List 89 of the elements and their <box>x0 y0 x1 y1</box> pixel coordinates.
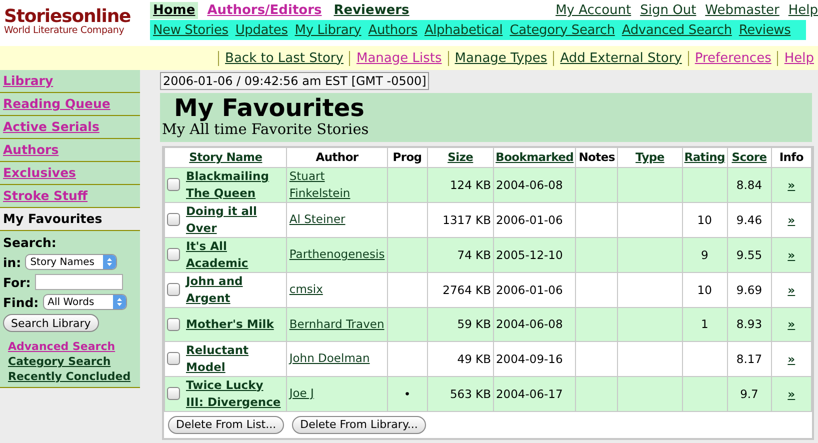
page-title: My Favourites <box>174 94 364 122</box>
table-cell: 49 KB <box>457 352 491 366</box>
table-cell: 9.46 <box>736 212 762 226</box>
timestamp: 2006-01-06 / 09:42:56 am EST [GMT -0500] <box>160 72 430 90</box>
toolbar-link[interactable]: Preferences <box>694 50 772 66</box>
row-checkbox[interactable] <box>167 387 180 400</box>
info-link[interactable]: » <box>788 282 796 296</box>
column-header: Prog <box>392 150 422 164</box>
sidebar-item[interactable]: Active Serials <box>0 116 140 139</box>
account-link[interactable]: Webmaster <box>705 3 780 18</box>
sub-nav-link[interactable]: Category Search <box>510 22 615 38</box>
delete-button[interactable]: Delete From List... <box>168 416 284 434</box>
account-link[interactable]: Help <box>788 3 818 18</box>
column-header: Info <box>779 150 804 164</box>
sub-nav-link[interactable]: Alphabetical <box>424 22 503 38</box>
column-header: Notes <box>578 150 615 164</box>
row-checkbox[interactable] <box>167 318 180 330</box>
logo-name[interactable]: Storiesonline <box>4 8 131 25</box>
info-link[interactable]: » <box>788 178 796 192</box>
row-checkbox[interactable] <box>167 248 180 261</box>
account-link[interactable]: Sign Out <box>640 3 696 18</box>
info-link[interactable]: » <box>788 248 796 262</box>
table-cell: 124 KB <box>450 178 491 192</box>
column-header: Author <box>316 150 358 164</box>
table-cell: 563 KB <box>450 386 491 400</box>
sidebar-item[interactable]: Exclusives <box>0 162 140 185</box>
table-cell: 10 <box>697 212 712 226</box>
table-cell: 2004-09-16 <box>496 352 563 366</box>
table-cell: 2006-01-06 <box>496 282 563 296</box>
sidebar-link[interactable]: Category Search <box>8 355 137 368</box>
table-cell: 59 KB <box>457 317 491 331</box>
progress-dot: • <box>404 386 411 400</box>
field-label: in: <box>3 254 22 270</box>
table-cell: 74 KB <box>457 248 491 262</box>
find-select[interactable]: All Words <box>42 294 127 310</box>
table-cell: 2764 KB <box>442 282 491 296</box>
toolbar-link[interactable]: Back to Last Story <box>225 50 344 66</box>
table-cell: 9.55 <box>736 248 762 262</box>
row-checkbox[interactable] <box>167 213 180 226</box>
table-cell: 9 <box>700 248 708 262</box>
nav-tab[interactable]: Reviewers <box>330 2 412 19</box>
sidebar-link[interactable]: Advanced Search <box>8 340 137 353</box>
table-cell: 2005-12-10 <box>496 248 563 262</box>
table-cell: 1317 KB <box>442 212 491 226</box>
delete-button[interactable]: Delete From Library... <box>292 416 426 434</box>
info-link[interactable]: » <box>788 352 796 366</box>
toolbar-link[interactable]: Manage Lists <box>356 50 442 66</box>
toolbar-link[interactable]: Manage Types <box>454 50 548 66</box>
sidebar-item[interactable]: Authors <box>0 139 140 162</box>
row-checkbox[interactable] <box>167 352 180 365</box>
table-cell: 1 <box>700 317 708 331</box>
table-cell: 8.93 <box>736 317 762 331</box>
row-checkbox[interactable] <box>167 178 180 191</box>
search-title: Search: <box>3 235 58 250</box>
sidebar-item[interactable]: Library <box>0 70 140 93</box>
sidebar-link[interactable]: Recently Concluded <box>8 370 137 383</box>
info-link[interactable]: » <box>788 317 796 331</box>
search-button[interactable]: Search Library <box>3 314 99 332</box>
table-cell: 2004-06-17 <box>496 386 563 400</box>
table-cell: 10 <box>697 282 712 296</box>
sub-nav-link[interactable]: Reviews <box>738 22 791 38</box>
sidebar-item[interactable]: Reading Queue <box>0 93 140 116</box>
toolbar-link[interactable]: Help <box>784 50 814 66</box>
nav-tab[interactable]: Home <box>150 2 198 19</box>
search-in-select[interactable]: Story Names <box>25 254 118 270</box>
account-link[interactable]: My Account <box>556 3 632 18</box>
info-link[interactable]: » <box>788 386 796 400</box>
search-field[interactable] <box>34 274 123 290</box>
field-label: Find: <box>3 294 39 310</box>
toolbar-link[interactable]: Add External Story <box>560 50 682 66</box>
logo-tagline: World Literature Company <box>4 25 124 36</box>
table-cell: 2006-01-06 <box>496 212 563 226</box>
table-cell: 9.69 <box>736 282 762 296</box>
sub-nav-link[interactable]: Advanced Search <box>622 22 732 38</box>
info-link[interactable]: » <box>788 212 796 226</box>
table-cell: 2004-06-08 <box>496 178 563 192</box>
table-cell: 2004-06-08 <box>496 317 563 331</box>
nav-tab[interactable]: Authors/Editors <box>204 2 325 19</box>
sub-nav-link[interactable]: Authors <box>368 22 418 38</box>
row-checkbox[interactable] <box>167 283 180 296</box>
table-cell: 8.17 <box>736 352 762 366</box>
sub-nav-link[interactable]: Updates <box>235 22 288 38</box>
sidebar-item[interactable]: Stroke Stuff <box>0 185 140 208</box>
table-cell: 8.84 <box>736 178 762 192</box>
sub-nav-link[interactable]: New Stories <box>153 22 228 38</box>
table-cell: 9.7 <box>740 386 758 400</box>
page-subtitle: My All time Favorite Stories <box>162 122 369 138</box>
field-label: For: <box>3 274 31 290</box>
sub-nav-link[interactable]: My Library <box>294 22 362 38</box>
